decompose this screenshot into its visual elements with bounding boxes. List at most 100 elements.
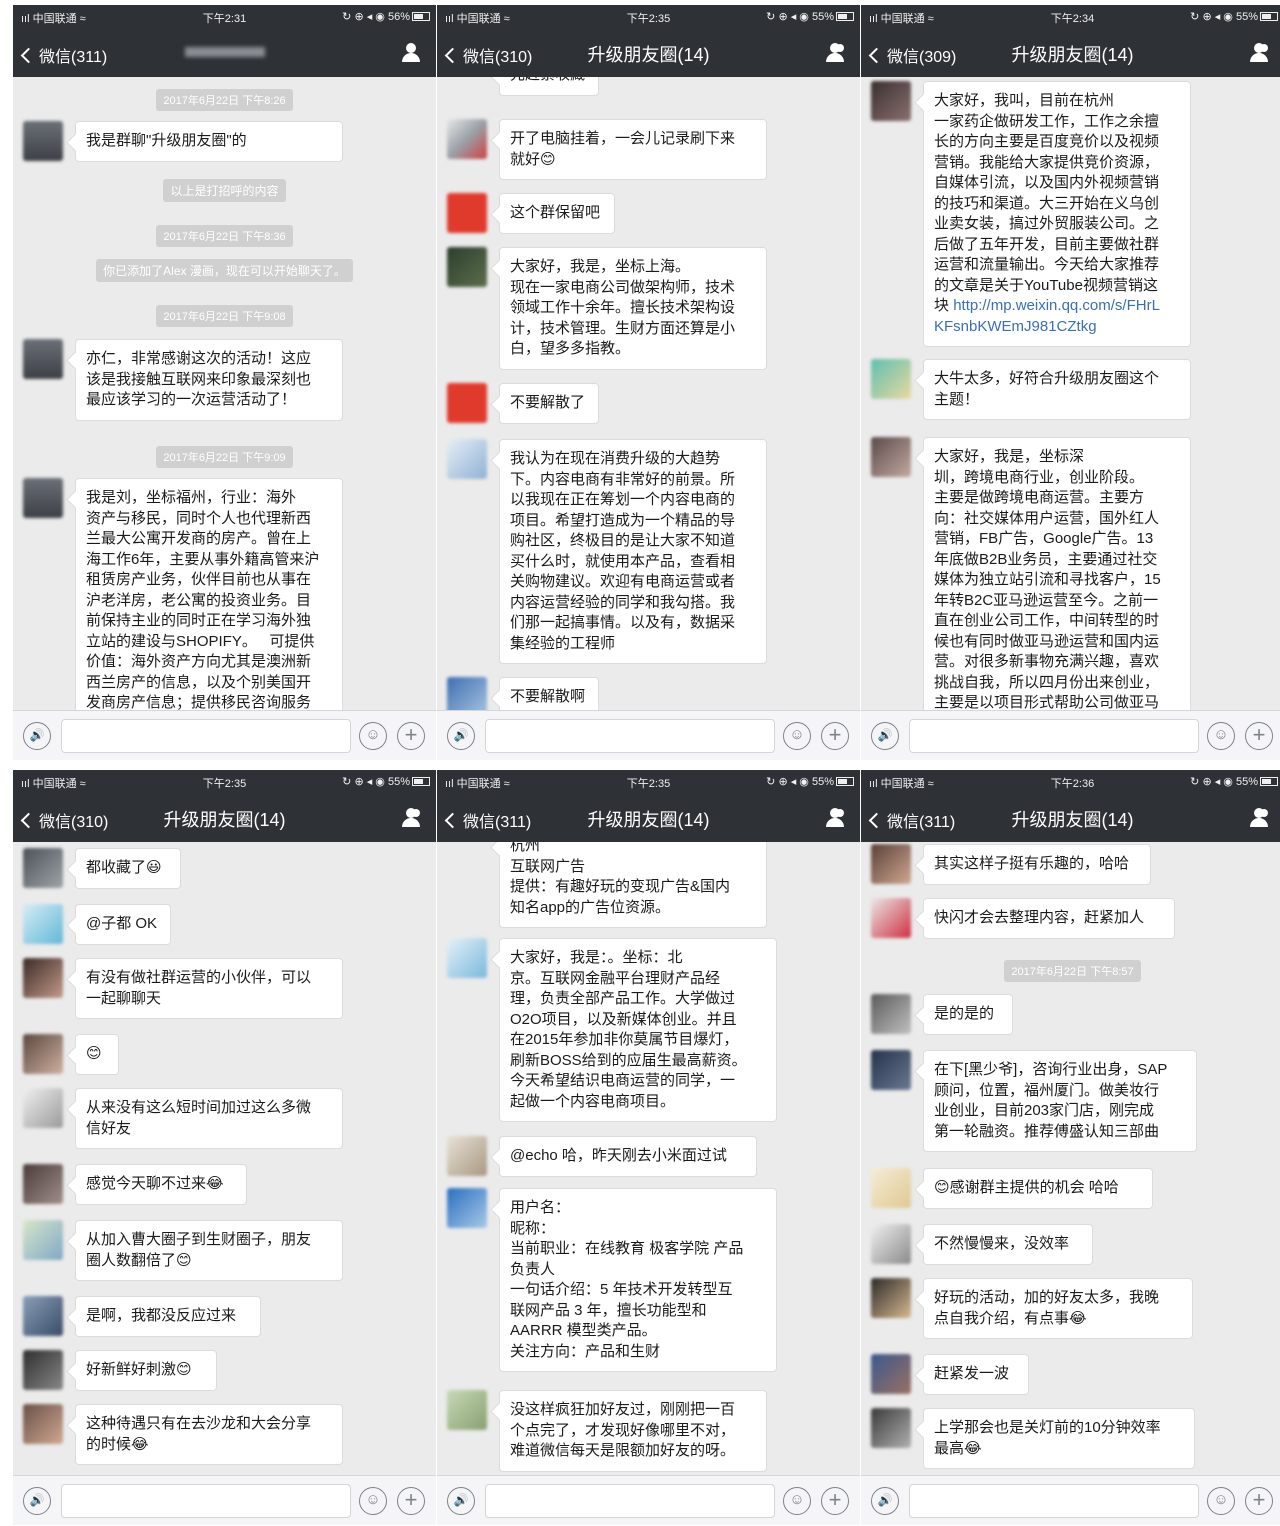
message-bubble[interactable]: 上学那会也是关灯前的10分钟效率 最高😂 bbox=[923, 1408, 1195, 1469]
message-bubble[interactable]: 都收藏了😃 bbox=[75, 848, 181, 889]
message-bubble[interactable]: 大牛太多，好符合升级朋友圈这个 主题！ bbox=[923, 359, 1191, 420]
message-bubble[interactable]: 不然慢慢来，没效率 bbox=[923, 1224, 1093, 1265]
voice-icon[interactable]: 🔊 bbox=[447, 722, 475, 750]
message-bubble[interactable]: 不要解散了 bbox=[499, 383, 599, 424]
message-input[interactable] bbox=[485, 1484, 775, 1518]
message-bubble[interactable]: @echo 哈，昨天刚去小米面过试 bbox=[499, 1136, 757, 1177]
message-bubble[interactable]: 是的是的 bbox=[923, 994, 1013, 1035]
voice-icon[interactable]: 🔊 bbox=[23, 722, 51, 750]
avatar[interactable] bbox=[23, 1088, 63, 1128]
avatar[interactable] bbox=[23, 958, 63, 998]
avatar[interactable] bbox=[23, 478, 63, 518]
avatar[interactable] bbox=[871, 994, 911, 1034]
message-input[interactable] bbox=[61, 1484, 351, 1518]
message-bubble[interactable]: 其实这样子挺有乐趣的，哈哈 bbox=[923, 844, 1151, 885]
message-bubble[interactable]: 从加入曹大圈子到生财圈子，朋友 圈人数翻倍了😊 bbox=[75, 1220, 343, 1281]
avatar[interactable] bbox=[23, 1164, 63, 1204]
message-bubble[interactable]: 是啊，我都没反应过来 bbox=[75, 1296, 261, 1337]
emoji-icon[interactable]: ☺ bbox=[1207, 722, 1235, 750]
plus-icon[interactable]: + bbox=[1245, 1487, 1273, 1515]
message-list[interactable]: 2017年6月22日 下午8:26 我是群聊"升级朋友圈"的 以上是打招呼的内容… bbox=[13, 77, 436, 710]
avatar[interactable] bbox=[447, 383, 487, 423]
message-input[interactable] bbox=[61, 719, 351, 753]
message-bubble[interactable]: 先赶紧收藏 bbox=[499, 77, 599, 96]
emoji-icon[interactable]: ☺ bbox=[359, 1487, 387, 1515]
plus-icon[interactable]: + bbox=[1245, 722, 1273, 750]
message-bubble[interactable]: 亦仁，非常感谢这次的活动！这应 该是我接触互联网来印象最深刻也 最应该学习的一次… bbox=[75, 339, 343, 421]
message-list[interactable]: 大家好，我叫，目前在杭州 一家药企做研发工作，工作之余擅 长的方向主要是百度竞价… bbox=[861, 77, 1280, 710]
avatar[interactable] bbox=[871, 1354, 911, 1394]
avatar[interactable] bbox=[23, 1034, 63, 1074]
person-icon[interactable] bbox=[400, 43, 422, 63]
avatar[interactable] bbox=[871, 1050, 911, 1090]
message-list[interactable]: 都收藏了😃 @子都 OK 有没有做社群运营的小伙伴，可以 一起聊聊天 😊 从来没… bbox=[13, 842, 436, 1475]
avatar[interactable] bbox=[447, 439, 487, 479]
message-bubble[interactable]: 开了电脑挂着，一会儿记录刷下来 就好😊 bbox=[499, 119, 767, 180]
plus-icon[interactable]: + bbox=[821, 722, 849, 750]
message-bubble[interactable]: 有没有做社群运营的小伙伴，可以 一起聊聊天 bbox=[75, 958, 343, 1019]
avatar[interactable] bbox=[447, 119, 487, 159]
avatar[interactable] bbox=[447, 1136, 487, 1176]
voice-icon[interactable]: 🔊 bbox=[23, 1487, 51, 1515]
article-link[interactable]: http://mp.weixin.qq.com/s/FHrL KFsnbKWEm… bbox=[934, 297, 1160, 335]
emoji-icon[interactable]: ☺ bbox=[783, 722, 811, 750]
message-bubble[interactable]: 好新鲜好刺激😊 bbox=[75, 1350, 217, 1391]
avatar[interactable] bbox=[871, 898, 911, 938]
avatar[interactable] bbox=[447, 938, 487, 978]
message-bubble[interactable]: 在下[黑少爷]，咨询行业出身，SAP 顾问，位置，福州厦门。做美妆行 业创业，目… bbox=[923, 1050, 1197, 1152]
avatar[interactable] bbox=[447, 193, 487, 233]
group-members-icon[interactable] bbox=[1248, 43, 1270, 63]
avatar[interactable] bbox=[23, 121, 63, 161]
message-bubble[interactable]: 😊感谢群主提供的机会 哈哈 bbox=[923, 1168, 1153, 1209]
avatar[interactable] bbox=[23, 1220, 63, 1260]
message-bubble[interactable]: 这个群保留吧 bbox=[499, 193, 615, 234]
avatar[interactable] bbox=[23, 1296, 63, 1336]
avatar[interactable] bbox=[23, 848, 63, 888]
group-members-icon[interactable] bbox=[1248, 808, 1270, 828]
message-bubble[interactable]: 我是群聊"升级朋友圈"的 bbox=[75, 121, 343, 162]
message-bubble[interactable]: 不要解散啊 bbox=[499, 677, 599, 710]
message-bubble[interactable]: 好玩的活动，加的好友太多，我晚 点自我介绍，有点事😂 bbox=[923, 1278, 1193, 1339]
message-bubble[interactable]: 大家好，我是：。坐标：北 京。互联网金融平台理财产品经 理，负责全部产品工作。大… bbox=[499, 938, 777, 1122]
emoji-icon[interactable]: ☺ bbox=[783, 1487, 811, 1515]
emoji-icon[interactable]: ☺ bbox=[1207, 1487, 1235, 1515]
message-bubble[interactable]: 我认为在现在消费升级的大趋势 下。内容电商有非常好的前景。所 以我现在正在筹划一… bbox=[499, 439, 767, 664]
message-bubble[interactable]: 快闪才会去整理内容，赶紧加人 bbox=[923, 898, 1175, 939]
message-bubble[interactable]: 我是刘，坐标福州，行业：海外 资产与移民，同时个人也代理新西 兰最大公寓开发商的… bbox=[75, 478, 343, 710]
group-members-icon[interactable] bbox=[824, 43, 846, 63]
avatar[interactable] bbox=[23, 1404, 63, 1444]
message-list[interactable]: 先赶紧收藏 开了电脑挂着，一会儿记录刷下来 就好😊 这个群保留吧 大家好，我是，… bbox=[437, 77, 860, 710]
avatar[interactable] bbox=[871, 1408, 911, 1448]
message-bubble[interactable]: 大家好，我是，坐标深 圳，跨境电商行业，创业阶段。 主要是做跨境电商运营。主要方… bbox=[923, 437, 1191, 710]
avatar[interactable] bbox=[23, 904, 63, 944]
avatar[interactable] bbox=[23, 339, 63, 379]
message-bubble[interactable]: 这种待遇只有在去沙龙和大会分享 的时候😂 bbox=[75, 1404, 343, 1465]
message-bubble[interactable]: 杭州 互联网广告 提供：有趣好玩的变现广告&国内 知名app的广告位资源。 bbox=[499, 842, 767, 928]
message-list[interactable]: 其实这样子挺有乐趣的，哈哈 快闪才会去整理内容，赶紧加人 2017年6月22日 … bbox=[861, 842, 1280, 1475]
message-input[interactable] bbox=[909, 719, 1199, 753]
avatar[interactable] bbox=[447, 1390, 487, 1430]
message-input[interactable] bbox=[485, 719, 775, 753]
avatar[interactable] bbox=[871, 844, 911, 884]
avatar[interactable] bbox=[871, 437, 911, 477]
avatar[interactable] bbox=[871, 81, 911, 121]
voice-icon[interactable]: 🔊 bbox=[447, 1487, 475, 1515]
message-bubble[interactable]: 😊 bbox=[75, 1034, 119, 1075]
group-members-icon[interactable] bbox=[824, 808, 846, 828]
message-bubble[interactable]: 大家好，我是，坐标上海。 现在一家电商公司做架构师，技术 领域工作十余年。擅长技… bbox=[499, 247, 767, 370]
message-bubble[interactable]: 大家好，我叫，目前在杭州 一家药企做研发工作，工作之余擅 长的方向主要是百度竞价… bbox=[923, 81, 1191, 347]
avatar[interactable] bbox=[871, 359, 911, 399]
message-list[interactable]: 杭州 互联网广告 提供：有趣好玩的变现广告&国内 知名app的广告位资源。 大家… bbox=[437, 842, 860, 1475]
group-members-icon[interactable] bbox=[400, 808, 422, 828]
message-bubble[interactable]: 赶紧发一波 bbox=[923, 1354, 1029, 1395]
plus-icon[interactable]: + bbox=[397, 722, 425, 750]
voice-icon[interactable]: 🔊 bbox=[871, 1487, 899, 1515]
avatar[interactable] bbox=[447, 247, 487, 287]
message-bubble[interactable]: 用户名： 昵称： 当前职业：在线教育 极客学院 产品 负责人 一句话介绍：5 年… bbox=[499, 1188, 777, 1372]
avatar[interactable] bbox=[871, 1224, 911, 1264]
message-bubble[interactable]: @子都 OK bbox=[75, 904, 171, 945]
avatar[interactable] bbox=[447, 677, 487, 710]
plus-icon[interactable]: + bbox=[821, 1487, 849, 1515]
avatar[interactable] bbox=[447, 1188, 487, 1228]
message-bubble[interactable]: 没这样疯狂加好友过，刚刚把一百 个点完了，才发现好像哪里不对， 难道微信每天是限… bbox=[499, 1390, 767, 1472]
